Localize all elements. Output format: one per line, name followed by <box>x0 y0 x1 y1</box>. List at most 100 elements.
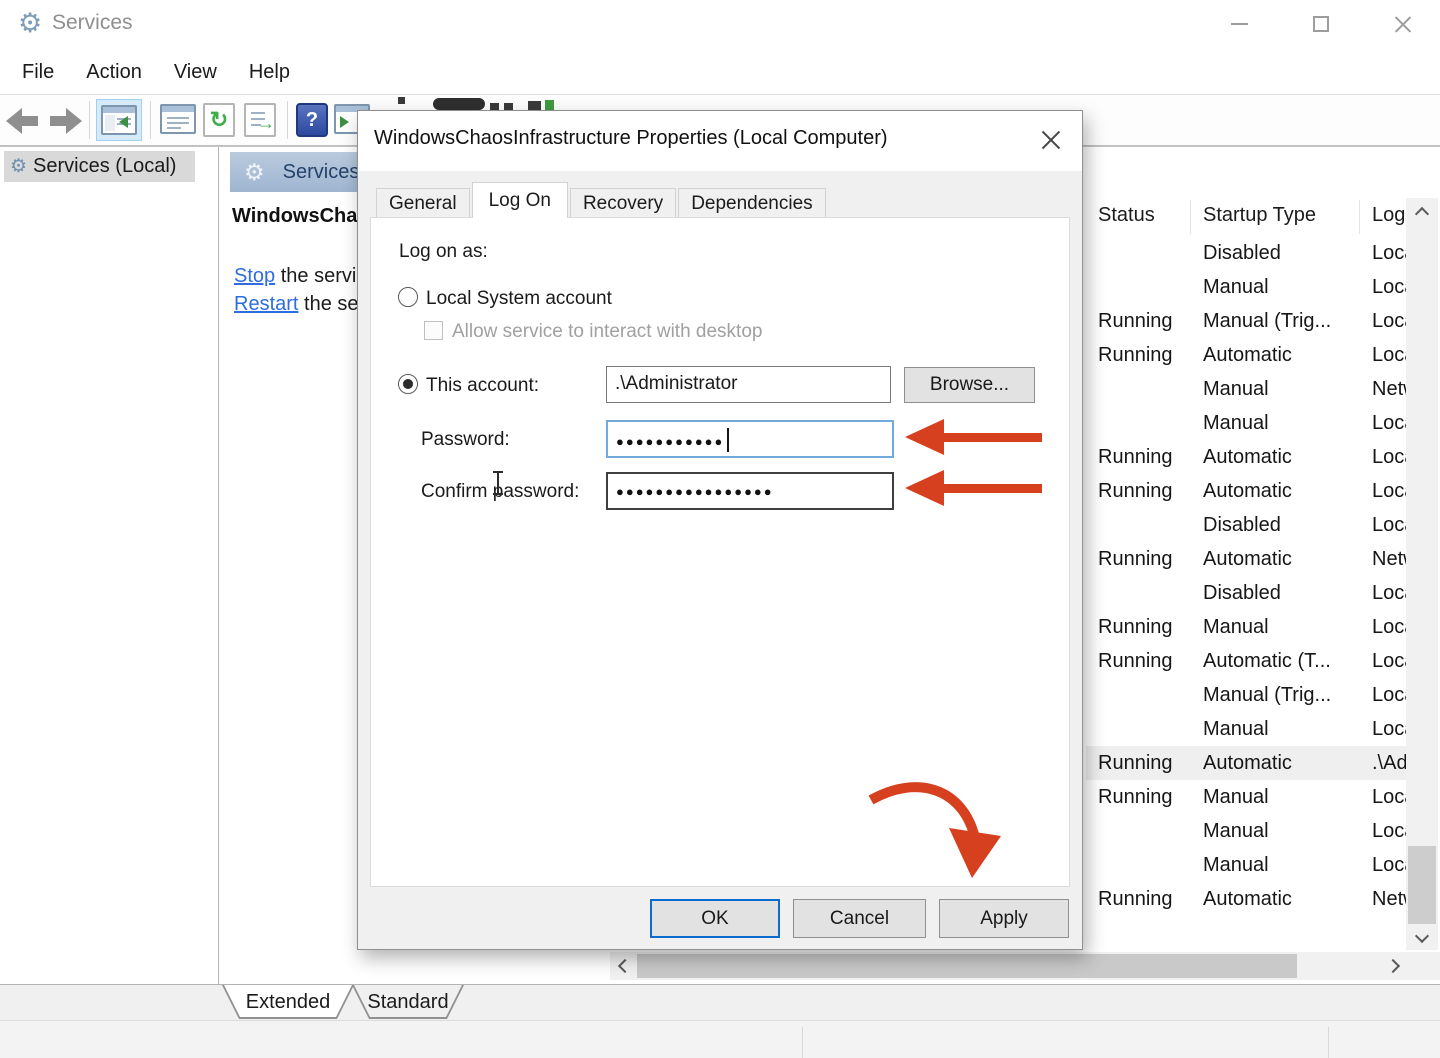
scroll-up-button[interactable] <box>1406 198 1438 224</box>
refresh-icon[interactable]: ↻ <box>203 103 235 137</box>
table-row[interactable]: RunningManualLoca <box>1086 610 1408 644</box>
window-titlebar: ⚙ Services <box>0 0 1440 48</box>
allow-desktop-label: Allow service to interact with desktop <box>452 321 762 343</box>
minimize-icon <box>1231 23 1248 25</box>
maximize-icon <box>1313 16 1329 32</box>
menu-item-help[interactable]: Help <box>233 61 306 84</box>
stop-service-link[interactable]: Stop <box>234 265 275 287</box>
this-account-radio[interactable] <box>398 374 418 394</box>
log-on-as-label: Log on as: <box>399 241 488 263</box>
table-row[interactable]: RunningAutomaticNetw <box>1086 542 1408 576</box>
dialog-titlebar: WindowsChaosInfrastructure Properties (L… <box>358 111 1082 171</box>
cell-startup: Automatic (T... <box>1191 650 1360 673</box>
tab-standard[interactable]: Standard <box>352 985 464 1019</box>
ok-button[interactable]: OK <box>650 899 780 938</box>
maximize-button[interactable] <box>1292 0 1350 48</box>
menu-item-action[interactable]: Action <box>70 61 158 84</box>
table-row[interactable]: ManualLoca <box>1086 406 1408 440</box>
table-row[interactable]: ManualLoca <box>1086 712 1408 746</box>
minimize-button[interactable] <box>1210 0 1268 48</box>
cell-startup: Manual <box>1191 820 1360 843</box>
tab-log-on[interactable]: Log On <box>472 182 568 218</box>
password-input[interactable]: ●●●●●●●●●●● <box>606 420 894 458</box>
scroll-down-button[interactable] <box>1406 924 1438 950</box>
tab-recovery[interactable]: Recovery <box>570 188 676 218</box>
cell-logon: Loca <box>1360 820 1408 843</box>
view-tab-strip: Extended Standard <box>0 984 1440 1020</box>
services-window: ⚙ Services FileActionViewHelp ↻ <box>0 0 1440 1058</box>
cell-startup: Manual <box>1191 412 1360 435</box>
local-system-label[interactable]: Local System account <box>426 288 612 310</box>
cell-startup: Automatic <box>1191 446 1360 469</box>
services-table: DisabledLocaManualLocaRunningManual (Tri… <box>1086 236 1408 916</box>
cancel-button[interactable]: Cancel <box>793 899 926 938</box>
tab-dependencies[interactable]: Dependencies <box>678 188 825 218</box>
table-row[interactable]: ManualLoca <box>1086 848 1408 882</box>
close-button[interactable] <box>1374 0 1432 48</box>
cell-status: Running <box>1086 888 1191 911</box>
restart-service-text: the service <box>298 293 358 315</box>
cell-status: Running <box>1086 548 1191 571</box>
table-row[interactable]: RunningManualLoca <box>1086 780 1408 814</box>
cell-logon: Loca <box>1360 514 1408 537</box>
table-row[interactable]: RunningManual (Trig...Loca <box>1086 304 1408 338</box>
cell-startup: Automatic <box>1191 344 1360 367</box>
local-system-radio[interactable] <box>398 287 418 307</box>
tab-general[interactable]: General <box>376 188 470 218</box>
cell-startup: Manual (Trig... <box>1191 310 1360 333</box>
cell-logon: .\Ad <box>1360 752 1408 775</box>
table-row[interactable]: Manual (Trig...Loca <box>1086 678 1408 712</box>
cell-logon: Loca <box>1360 786 1408 809</box>
properties-icon[interactable] <box>160 104 196 134</box>
browse-button[interactable]: Browse... <box>904 367 1035 403</box>
menu-item-file[interactable]: File <box>6 61 70 84</box>
scrollbar-corner <box>1408 952 1440 980</box>
cell-status: Running <box>1086 752 1191 775</box>
toolbar-icon-fragment <box>545 100 554 110</box>
table-row[interactable]: RunningAutomatic (T...Loca <box>1086 644 1408 678</box>
cell-logon: Loca <box>1360 344 1408 367</box>
horizontal-scrollbar[interactable] <box>610 952 1408 980</box>
show-console-tree-button[interactable] <box>96 99 142 141</box>
help-icon[interactable]: ? <box>296 103 328 137</box>
column-header-log-on-as[interactable]: Log <box>1360 200 1408 234</box>
this-account-label[interactable]: This account: <box>426 375 539 397</box>
back-icon[interactable] <box>6 108 42 134</box>
cell-logon: Loca <box>1360 480 1408 503</box>
column-header-startup-type[interactable]: Startup Type <box>1191 200 1360 234</box>
scroll-left-button[interactable] <box>610 952 636 980</box>
table-row[interactable]: ManualLoca <box>1086 270 1408 304</box>
cell-startup: Manual <box>1191 854 1360 877</box>
sidebar-item-services-local[interactable]: ⚙ Services (Local) <box>4 151 195 182</box>
cell-logon: Loca <box>1360 582 1408 605</box>
table-row[interactable]: ManualLoca <box>1086 814 1408 848</box>
menu-item-view[interactable]: View <box>158 61 233 84</box>
forward-icon[interactable] <box>46 108 82 134</box>
export-list-icon[interactable]: → <box>244 103 276 137</box>
table-row[interactable]: DisabledLoca <box>1086 236 1408 270</box>
table-row[interactable]: DisabledLoca <box>1086 576 1408 610</box>
table-row[interactable]: ManualNetw <box>1086 372 1408 406</box>
table-row[interactable]: RunningAutomaticLoca <box>1086 338 1408 372</box>
password-annotation-arrow-icon <box>905 419 1042 455</box>
cell-startup: Manual (Trig... <box>1191 684 1360 707</box>
horizontal-scroll-thumb[interactable] <box>637 954 1297 978</box>
restart-service-link[interactable]: Restart <box>234 293 298 315</box>
table-row[interactable]: DisabledLoca <box>1086 508 1408 542</box>
vertical-scroll-thumb[interactable] <box>1408 846 1436 924</box>
table-row[interactable]: RunningAutomaticLoca <box>1086 440 1408 474</box>
services-header-icon: ⚙ <box>244 159 265 186</box>
confirm-password-input[interactable]: ●●●●●●●●●●●●●●●● <box>606 472 894 510</box>
table-row[interactable]: RunningAutomaticLoca <box>1086 474 1408 508</box>
dialog-close-button[interactable] <box>1034 125 1068 155</box>
vertical-scrollbar[interactable] <box>1406 198 1438 950</box>
table-row[interactable]: RunningAutomaticNetw <box>1086 882 1408 916</box>
chevron-right-icon <box>1386 959 1400 973</box>
apply-button[interactable]: Apply <box>939 899 1069 938</box>
scroll-right-button[interactable] <box>1382 952 1408 980</box>
chevron-down-icon <box>1415 928 1429 942</box>
tab-extended[interactable]: Extended <box>222 985 354 1019</box>
table-row[interactable]: RunningAutomatic.\Ad <box>1086 746 1408 780</box>
column-header-status[interactable]: Status <box>1086 200 1191 234</box>
account-input[interactable]: .\Administrator <box>606 366 891 403</box>
